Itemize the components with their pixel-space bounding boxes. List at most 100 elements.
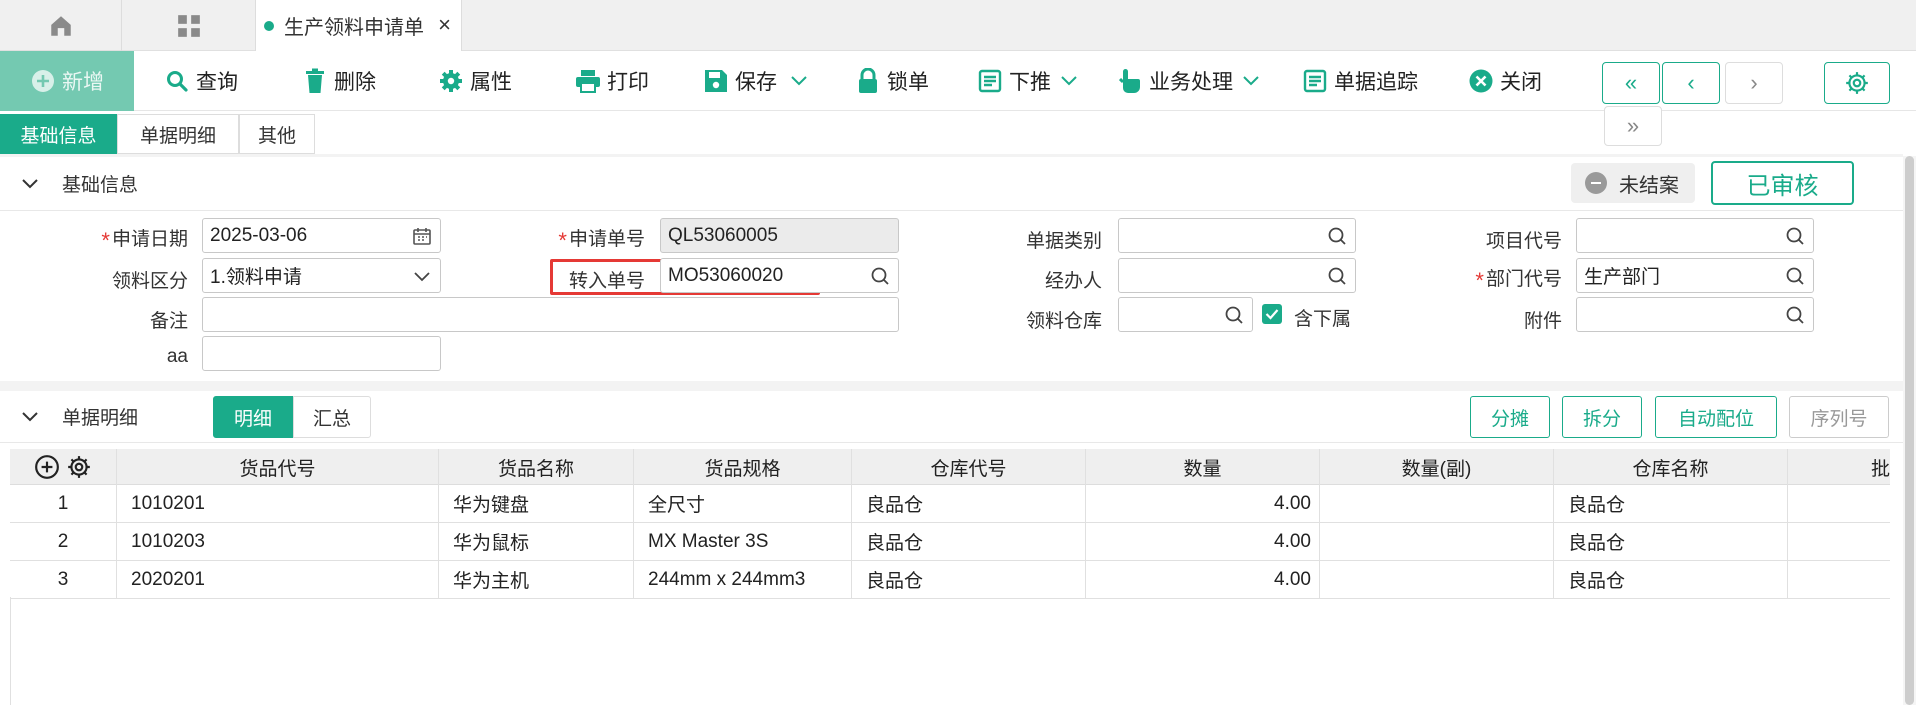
- gear-icon[interactable]: [66, 454, 92, 480]
- chevron-down-icon[interactable]: [1243, 76, 1259, 86]
- cell-qty2[interactable]: [1320, 523, 1554, 560]
- dept-code-field[interactable]: 生产部门: [1576, 258, 1814, 293]
- nav-first-button[interactable]: «: [1602, 62, 1660, 104]
- share-button[interactable]: 分摊: [1470, 396, 1550, 438]
- nav-prev-button[interactable]: ‹: [1662, 62, 1720, 104]
- chevron-down-icon[interactable]: [1061, 76, 1077, 86]
- tab-other[interactable]: 其他: [239, 114, 315, 154]
- handler-field[interactable]: [1118, 258, 1356, 293]
- close-button[interactable]: 关闭: [1468, 51, 1542, 111]
- cell-name[interactable]: 华为鼠标: [439, 523, 634, 560]
- search-icon[interactable]: [1327, 266, 1347, 286]
- cell-code[interactable]: 1010203: [117, 523, 439, 560]
- cell-warehouse-name[interactable]: 良品仓: [1554, 561, 1788, 598]
- chevron-down-icon[interactable]: [791, 76, 807, 86]
- column-header[interactable]: 仓库名称: [1554, 449, 1788, 485]
- add-row-icon[interactable]: [34, 454, 60, 480]
- search-icon[interactable]: [1327, 226, 1347, 246]
- cell-qty[interactable]: 4.00: [1086, 485, 1320, 522]
- doc-type-field[interactable]: [1118, 218, 1356, 253]
- home-icon: [50, 15, 71, 36]
- business-button[interactable]: 业务处理: [1117, 51, 1259, 111]
- cell-name[interactable]: 华为键盘: [439, 485, 634, 522]
- search-icon[interactable]: [870, 266, 890, 286]
- calendar-icon[interactable]: [412, 226, 432, 246]
- cell-warehouse-code[interactable]: 良品仓: [852, 485, 1086, 522]
- apply-date-value: 2025-03-06: [210, 224, 308, 246]
- delete-button[interactable]: 删除: [302, 51, 376, 111]
- toggle-detail[interactable]: 明细: [213, 396, 293, 438]
- lock-button[interactable]: 锁单: [855, 51, 929, 111]
- cell-code[interactable]: 2020201: [117, 561, 439, 598]
- vertical-scrollbar[interactable]: [1903, 156, 1916, 705]
- attachment-field[interactable]: [1576, 297, 1814, 332]
- cell-spec[interactable]: 244mm x 244mm3: [634, 561, 852, 598]
- home-tab[interactable]: [0, 0, 122, 51]
- table-row[interactable]: 2 1010203 华为鼠标 MX Master 3S 良品仓 4.00 良品仓: [10, 523, 1890, 561]
- search-icon[interactable]: [1785, 266, 1805, 286]
- cell-qty[interactable]: 4.00: [1086, 523, 1320, 560]
- apps-tab[interactable]: [122, 0, 256, 51]
- cell-spec[interactable]: MX Master 3S: [634, 523, 852, 560]
- cell-name[interactable]: 华为主机: [439, 561, 634, 598]
- column-header[interactable]: 仓库代号: [852, 449, 1086, 485]
- tab-detail[interactable]: 单据明细: [117, 114, 239, 154]
- cell-spec[interactable]: 全尺寸: [634, 485, 852, 522]
- chevron-down-icon[interactable]: [412, 266, 432, 286]
- cell-warehouse-code[interactable]: 良品仓: [852, 523, 1086, 560]
- top-tab-bar: 生产领料申请单 ×: [0, 0, 1916, 51]
- split-button[interactable]: 拆分: [1562, 396, 1642, 438]
- column-header[interactable]: 货品规格: [634, 449, 852, 485]
- pick-type-select[interactable]: 1.领料申请: [202, 258, 441, 293]
- cell-warehouse-code[interactable]: 良品仓: [852, 561, 1086, 598]
- search-icon[interactable]: [1224, 305, 1244, 325]
- column-header[interactable]: 货品代号: [117, 449, 439, 485]
- cell-code[interactable]: 1010201: [117, 485, 439, 522]
- cell-qty2[interactable]: [1320, 561, 1554, 598]
- search-icon[interactable]: [1785, 305, 1805, 325]
- column-header[interactable]: 数量(副): [1320, 449, 1554, 485]
- table-header: 货品代号 货品名称 货品规格 仓库代号 数量 数量(副) 仓库名称 批: [10, 449, 1890, 485]
- cell-qty2[interactable]: [1320, 485, 1554, 522]
- column-header[interactable]: 批: [1788, 449, 1890, 485]
- nav-last-button[interactable]: »: [1604, 106, 1662, 146]
- table-row[interactable]: 3 2020201 华为主机 244mm x 244mm3 良品仓 4.00 良…: [10, 561, 1890, 599]
- warehouse-field[interactable]: [1118, 297, 1253, 332]
- include-sub-checkbox[interactable]: [1262, 304, 1282, 324]
- save-button[interactable]: 保存: [703, 51, 807, 111]
- chevron-down-icon[interactable]: [22, 178, 38, 189]
- trace-button[interactable]: 单据追踪: [1302, 51, 1418, 111]
- search-icon[interactable]: [1785, 226, 1805, 246]
- transfer-no-field[interactable]: MO53060020: [660, 258, 899, 293]
- document-tab[interactable]: 生产领料申请单 ×: [256, 0, 462, 51]
- project-code-field[interactable]: [1576, 218, 1814, 253]
- cell-warehouse-name[interactable]: 良品仓: [1554, 523, 1788, 560]
- nav-next-button[interactable]: ›: [1725, 62, 1783, 104]
- close-circle-icon: [1468, 68, 1494, 94]
- aa-field[interactable]: [202, 336, 441, 371]
- tab-basic-info[interactable]: 基础信息: [0, 114, 117, 154]
- row-number: 3: [10, 561, 117, 598]
- new-button[interactable]: 新增: [0, 51, 134, 111]
- query-button[interactable]: 查询: [164, 51, 238, 111]
- print-button[interactable]: 打印: [575, 51, 649, 111]
- push-down-button[interactable]: 下推: [977, 51, 1077, 111]
- scrollbar-thumb[interactable]: [1905, 156, 1914, 705]
- chevron-down-icon[interactable]: [22, 411, 38, 422]
- table-row[interactable]: 1 1010201 华为键盘 全尺寸 良品仓 4.00 良品仓: [10, 485, 1890, 523]
- column-header[interactable]: 货品名称: [439, 449, 634, 485]
- auto-slot-button[interactable]: 自动配位: [1655, 396, 1777, 438]
- cell-qty[interactable]: 4.00: [1086, 561, 1320, 598]
- table-header-actions: [10, 449, 117, 485]
- properties-button[interactable]: 属性: [438, 51, 512, 111]
- apply-date-field[interactable]: 2025-03-06: [202, 218, 441, 253]
- serial-button[interactable]: 序列号: [1789, 396, 1889, 438]
- settings-button[interactable]: [1824, 62, 1890, 104]
- close-label: 关闭: [1500, 71, 1542, 94]
- remark-field[interactable]: [202, 297, 899, 332]
- toggle-summary[interactable]: 汇总: [293, 396, 371, 438]
- cell-warehouse-name[interactable]: 良品仓: [1554, 485, 1788, 522]
- project-code-label: 项目代号: [1485, 231, 1562, 252]
- close-tab-icon[interactable]: ×: [438, 12, 451, 38]
- column-header[interactable]: 数量: [1086, 449, 1320, 485]
